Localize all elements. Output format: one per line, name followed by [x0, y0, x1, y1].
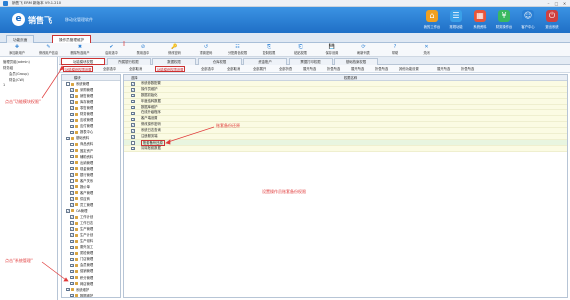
- annotation-arrows: [41, 41, 215, 282]
- arrow-to-function-tab: [41, 67, 63, 99]
- arrowhead-2: [63, 277, 69, 282]
- arrowhead-1: [59, 65, 65, 71]
- arrowhead-3: [165, 139, 171, 145]
- arrow-to-system-manage: [41, 261, 67, 281]
- arrow-to-backup: [167, 126, 215, 143]
